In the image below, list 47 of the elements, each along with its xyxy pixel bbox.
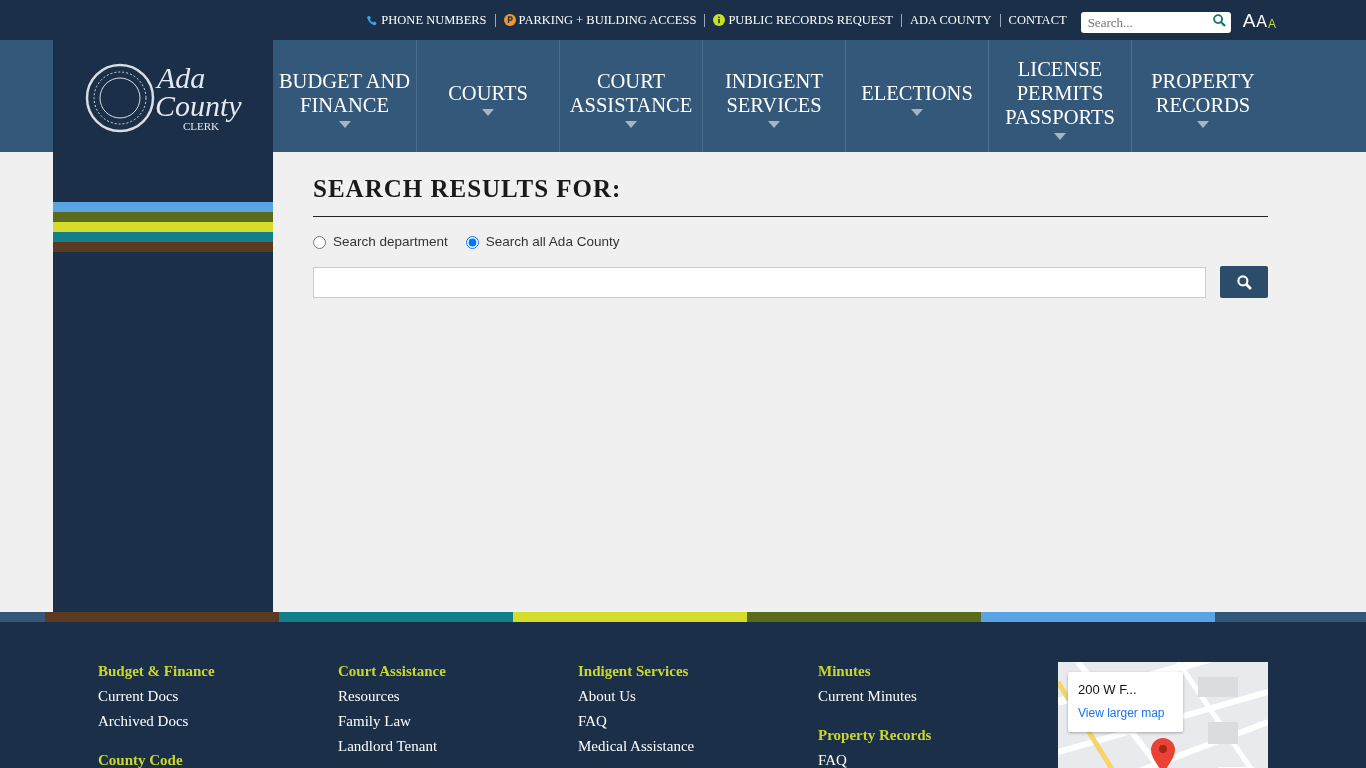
caret-icon [625,120,637,128]
utility-link[interactable]: ADA COUNTY [910,10,992,30]
search-icon [1236,274,1252,290]
footer-heading[interactable]: Budget & Finance [98,662,338,680]
caret-icon [482,108,494,116]
font-size-button[interactable]: A [1256,13,1267,30]
footer-link[interactable]: Current Minutes [818,687,1058,705]
caret-icon [911,108,923,116]
parking-icon [503,14,516,26]
footer-heading[interactable]: County Code [98,751,338,768]
search-field[interactable]: Search... [1080,12,1231,33]
footer-link[interactable]: Medical Assistance [578,737,818,755]
font-size-button[interactable]: A [1268,17,1276,30]
radio-button[interactable] [313,235,326,249]
footer-link[interactable]: Resources [338,687,578,705]
footer-link[interactable]: Archived Docs [98,712,338,730]
footer-heading[interactable]: Court Assistance [338,662,578,680]
caret-icon [768,120,780,128]
nav-item[interactable]: BUDGET AND FINANCE [273,40,416,152]
search-input[interactable] [313,266,1206,298]
footer-link[interactable]: FAQ [818,751,1058,768]
scope-option[interactable]: Search department [313,232,448,253]
search-button[interactable] [1220,266,1268,299]
place-title: 200 W F... [1078,681,1138,699]
info-icon [713,14,726,26]
font-size-button[interactable]: A [1242,10,1256,30]
utility-link[interactable]: CONTACT [1008,10,1067,30]
utility-link[interactable]: PUBLIC RECORDS REQUEST [713,10,893,30]
radio-button[interactable] [465,235,479,249]
footer-heading[interactable]: Minutes [818,662,1058,680]
search-icon [1212,13,1226,27]
footer-link[interactable]: Family Law [338,712,578,730]
footer-link[interactable]: Landlord Tenant [338,737,578,755]
footer-link[interactable]: About Us [578,687,818,705]
footer-link[interactable]: Current Docs [98,687,338,705]
footer-heading[interactable]: Indigent Services [578,662,818,680]
map-link[interactable]: View larger map [1078,705,1165,720]
scope-option[interactable]: Search all Ada County [465,232,620,253]
phone-icon [367,14,379,26]
caret-icon [338,120,351,128]
utility-link[interactable]: PHONE NUMBERS [367,10,487,30]
caret-icon [1054,132,1066,140]
caret-icon [1197,120,1209,128]
page-heading: SEARCH RESULTS FOR: [313,174,1268,217]
utility-link[interactable]: PARKING + BUILDING ACCESS [503,10,697,30]
footer-heading[interactable]: Property Records [818,726,1058,744]
footer-link[interactable]: FAQ [578,712,818,730]
